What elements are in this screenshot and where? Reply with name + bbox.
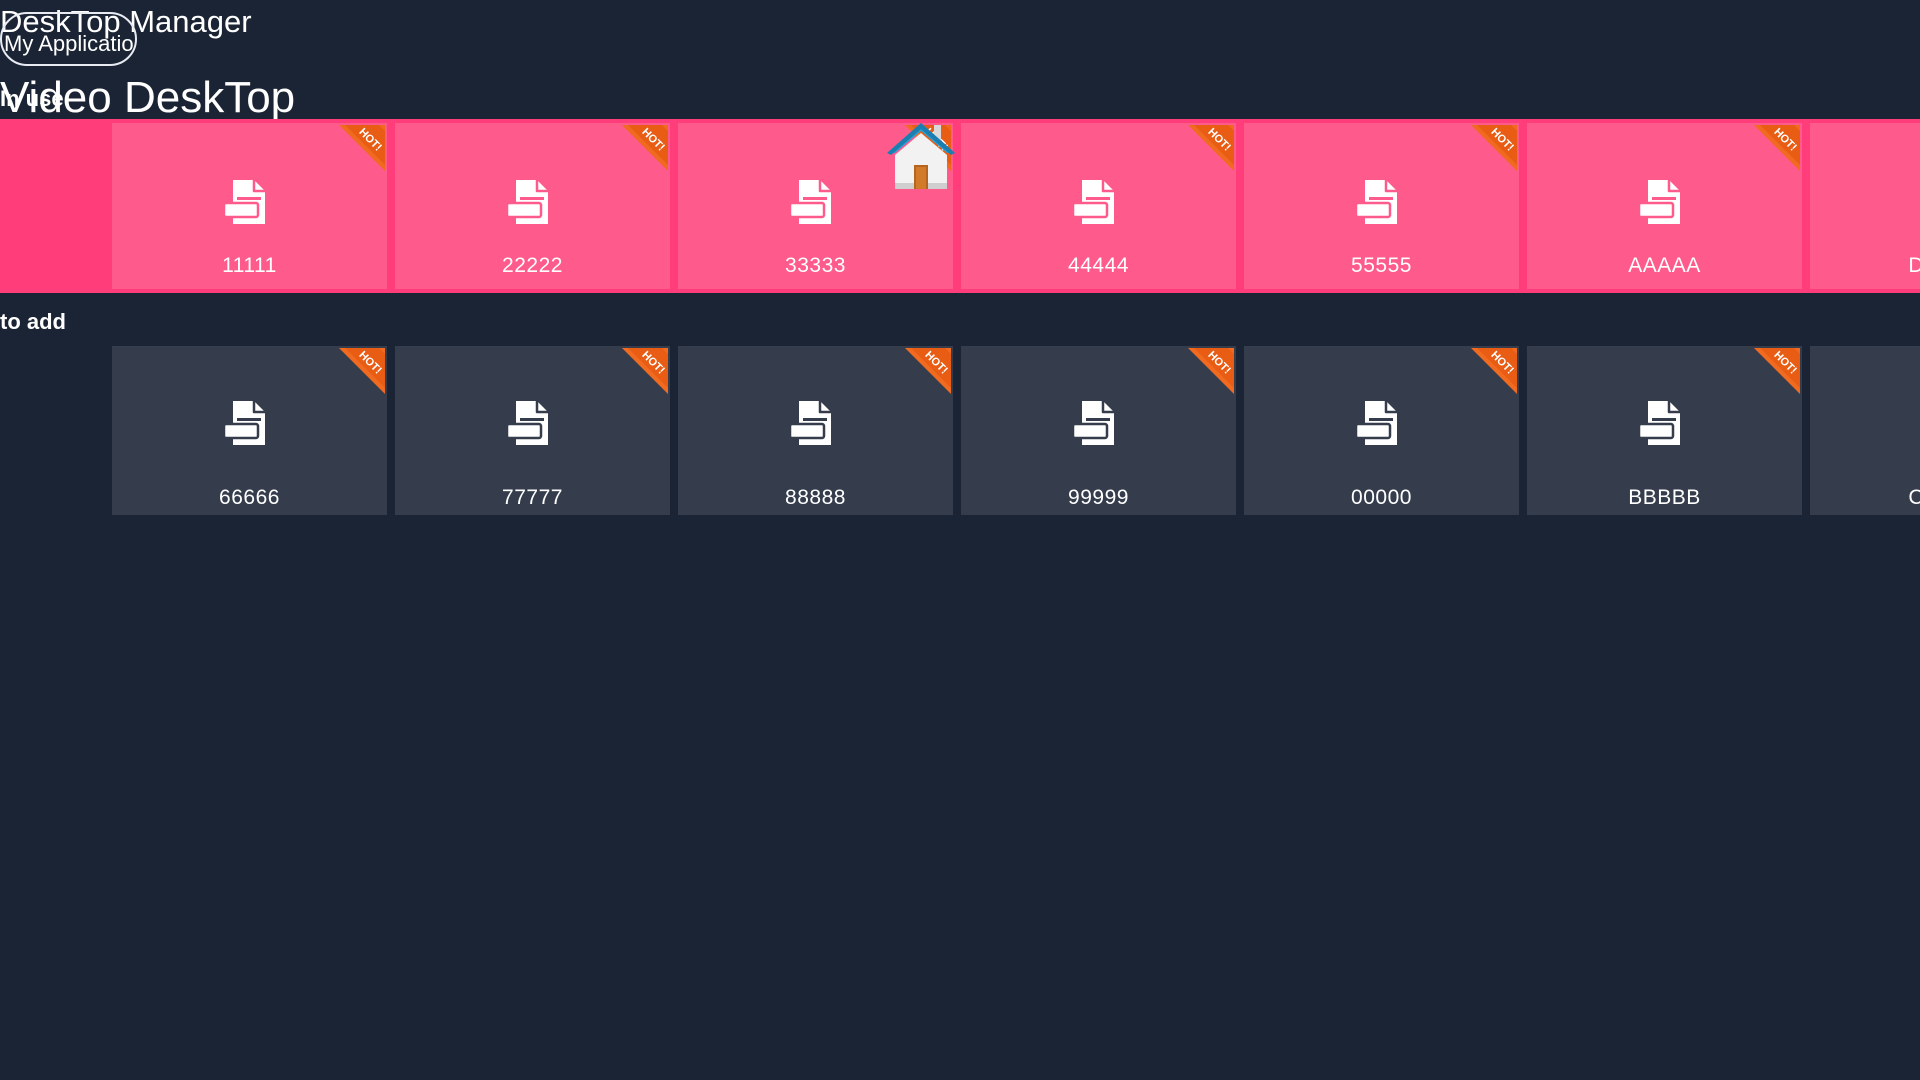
to-add-tile[interactable]: HOT! 00000 <box>1244 346 1519 515</box>
home-icon[interactable] <box>883 119 959 193</box>
tile-label: 22222 <box>502 254 563 277</box>
hot-badge-icon: HOT! <box>339 125 385 171</box>
to-add-tiles: HOT! 66666 HOT! 77777 HOT! 88888 HOT! 99999 HOT!… <box>112 346 1920 515</box>
in-use-tiles: HOT!11111HOT!22222HOT!33333HOT!44444HOT!… <box>112 123 1920 289</box>
to-add-tile[interactable]: HOT! BBBBB <box>1527 346 1802 515</box>
tile-label: 44444 <box>1068 254 1129 277</box>
hot-badge-icon: HOT! <box>339 348 385 394</box>
file-icon <box>790 180 831 224</box>
to-add-tile[interactable]: HOT! 88888 <box>678 346 953 515</box>
in-use-tile[interactable]: HOT! AAAAA <box>1527 123 1802 289</box>
hot-badge-icon: HOT! <box>622 348 668 394</box>
file-icon <box>1073 180 1114 224</box>
file-icon <box>1073 401 1114 445</box>
tile-label: 11111 <box>222 254 277 277</box>
to-add-tile[interactable]: HOT! 99999 <box>961 346 1236 515</box>
file-icon <box>224 180 265 224</box>
tile-label: BBBBB <box>1628 486 1701 509</box>
hot-badge-icon: HOT! <box>905 348 951 394</box>
file-icon <box>507 180 548 224</box>
file-icon <box>1356 180 1397 224</box>
file-icon <box>1356 401 1397 445</box>
in-use-tile[interactable]: HOT!DDDDD <box>1810 123 1920 289</box>
to-add-row: HOT! 66666 HOT! 77777 HOT! 88888 HOT! 99999 HOT!… <box>0 346 1920 515</box>
hot-badge-icon: HOT! <box>1754 125 1800 171</box>
in-use-row: HOT!11111HOT!22222HOT!33333HOT!44444HOT!… <box>0 119 1920 293</box>
hot-badge-icon: HOT! <box>1188 125 1234 171</box>
file-icon <box>507 401 548 445</box>
page-title: Video DeskTop <box>0 73 296 122</box>
tile-label: 33333 <box>785 254 846 277</box>
in-use-tile[interactable]: HOT! 22222 <box>395 123 670 289</box>
hot-badge-icon: HOT! <box>1188 348 1234 394</box>
tile-label: 88888 <box>785 486 846 509</box>
in-use-tile[interactable]: HOT! 44444 <box>961 123 1236 289</box>
tile-label: 66666 <box>219 486 280 509</box>
to-add-label: to add <box>0 309 66 334</box>
tile-label: DDDDD <box>1908 254 1920 277</box>
hot-badge-icon: HOT! <box>1471 125 1517 171</box>
in-use-tile[interactable]: HOT! 11111 <box>112 123 387 289</box>
tile-label: AAAAA <box>1628 254 1701 277</box>
to-add-tile[interactable]: HOT!CCCCC <box>1810 346 1920 515</box>
tile-label: CCCCC <box>1908 486 1920 509</box>
to-add-tile[interactable]: HOT! 66666 <box>112 346 387 515</box>
tile-label: 77777 <box>502 486 563 509</box>
to-add-tile[interactable]: HOT! 77777 <box>395 346 670 515</box>
tile-label: 00000 <box>1351 486 1412 509</box>
hot-badge-icon: HOT! <box>622 125 668 171</box>
tile-label: 55555 <box>1351 254 1412 277</box>
hot-badge-icon: HOT! <box>1471 348 1517 394</box>
tile-label: 99999 <box>1068 486 1129 509</box>
file-icon <box>1639 401 1680 445</box>
hot-badge-icon: HOT! <box>1754 348 1800 394</box>
in-use-tile[interactable]: HOT! 55555 <box>1244 123 1519 289</box>
my-application-button[interactable]: My Application <box>0 12 137 66</box>
file-icon <box>224 401 265 445</box>
file-icon <box>1639 180 1680 224</box>
file-icon <box>790 401 831 445</box>
